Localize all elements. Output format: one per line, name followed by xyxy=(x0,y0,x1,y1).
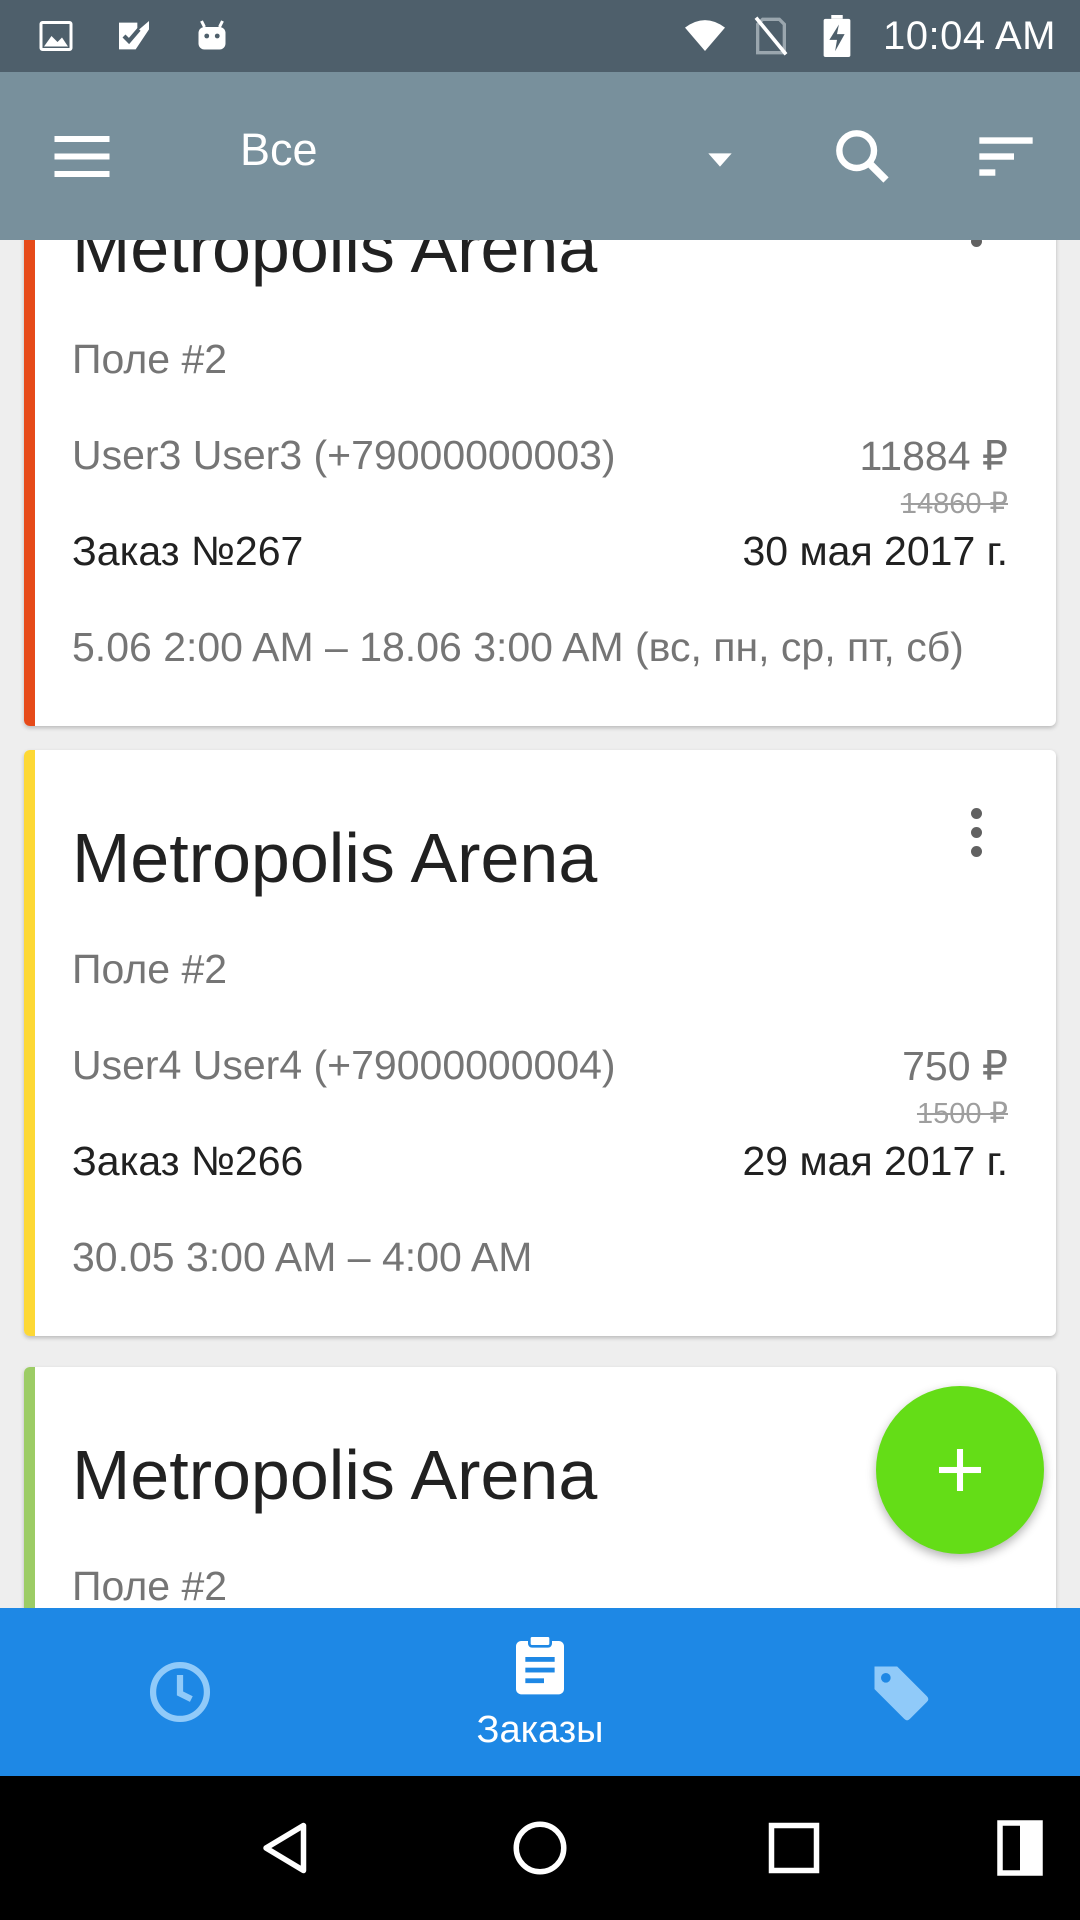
more-options-icon[interactable] xyxy=(964,808,988,864)
sort-icon[interactable] xyxy=(974,124,1038,188)
status-stripe xyxy=(24,240,35,726)
field-name: Поле #2 xyxy=(72,946,228,992)
clipboard-icon xyxy=(516,1633,564,1694)
booking-period: 30.05 3:00 AM – 4:00 AM xyxy=(72,1234,533,1280)
android-icon xyxy=(192,16,232,56)
battery-charging-icon xyxy=(817,15,857,57)
order-number: Заказ №266 xyxy=(72,1138,304,1184)
clock-icon xyxy=(149,1661,211,1723)
bottom-navigation: Заказы xyxy=(0,1608,1080,1776)
status-time: 10:04 AM xyxy=(882,13,1056,58)
venue-title: Metropolis Arena xyxy=(72,1436,598,1514)
status-bar: 10:04 AM xyxy=(0,0,1080,72)
order-date: 29 мая 2017 г. xyxy=(742,1138,1008,1184)
nav-orders[interactable]: Заказы xyxy=(360,1608,720,1776)
split-screen-icon[interactable] xyxy=(990,1818,1050,1878)
venue-title: Metropolis Arena xyxy=(72,819,598,897)
menu-icon[interactable] xyxy=(52,126,112,186)
price: 11884 ₽ xyxy=(859,433,1008,479)
order-card[interactable]: Metropolis Arena Поле #2 User4 User4 (+7… xyxy=(24,750,1056,1336)
check-app-icon xyxy=(114,16,154,56)
customer-info: User3 User3 (+79000000003) xyxy=(72,432,616,478)
add-order-button[interactable] xyxy=(876,1386,1044,1554)
booking-period: 5.06 2:00 AM – 18.06 3:00 AM (вс, пн, ср… xyxy=(72,624,964,670)
venue-title: Metropolis Arena xyxy=(72,240,598,287)
no-sim-icon xyxy=(751,16,791,56)
more-options-icon[interactable] xyxy=(964,240,988,254)
old-price: 1500 ₽ xyxy=(916,1098,1008,1130)
home-icon[interactable] xyxy=(510,1818,570,1878)
customer-info: User4 User4 (+79000000004) xyxy=(72,1042,616,1088)
back-icon[interactable] xyxy=(256,1818,316,1878)
wifi-icon xyxy=(684,16,725,56)
field-name: Поле #2 xyxy=(72,1563,228,1608)
search-icon[interactable] xyxy=(830,124,894,188)
system-navigation-bar xyxy=(0,1776,1080,1920)
order-date: 30 мая 2017 г. xyxy=(742,528,1008,574)
order-number: Заказ №267 xyxy=(72,528,304,574)
price: 750 ₽ xyxy=(902,1043,1008,1089)
status-stripe xyxy=(24,750,35,1336)
field-name: Поле #2 xyxy=(72,336,228,382)
tag-icon xyxy=(874,1666,929,1721)
nav-orders-label: Заказы xyxy=(476,1708,604,1751)
order-card[interactable]: Metropolis Arena Поле #2 User3 User3 (+7… xyxy=(24,240,1056,726)
nav-history[interactable] xyxy=(0,1608,360,1776)
status-stripe xyxy=(24,1367,35,1608)
app-toolbar: Все xyxy=(0,72,1080,240)
filter-select[interactable]: Все xyxy=(240,124,318,176)
dropdown-arrow-icon[interactable] xyxy=(700,140,740,180)
nav-tags[interactable] xyxy=(720,1608,1080,1776)
old-price: 14860 ₽ xyxy=(900,488,1008,520)
plus-icon xyxy=(939,1449,981,1491)
image-icon xyxy=(36,16,76,56)
recents-icon[interactable] xyxy=(764,1818,824,1878)
